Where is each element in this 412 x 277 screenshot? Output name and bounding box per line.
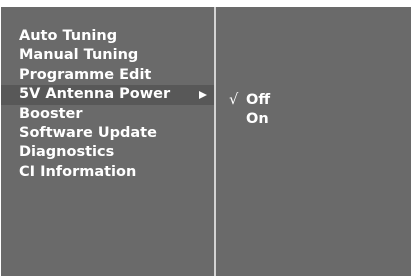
menu-item-auto-tuning[interactable]: Auto Tuning: [1, 27, 214, 46]
menu-item-label: Auto Tuning: [19, 28, 118, 44]
menu-item-label: Programme Edit: [19, 66, 152, 83]
right-arrow-icon: [199, 91, 207, 100]
menu-item-diagnostics[interactable]: Diagnostics: [1, 143, 214, 162]
check-mark-icon: √: [229, 92, 239, 108]
menu-item-ci-information[interactable]: CI Information: [1, 163, 214, 182]
option-label: Off: [246, 92, 271, 108]
menu-item-5v-antenna-power[interactable]: 5V Antenna Power: [1, 85, 214, 105]
menu-item-label: 5V Antenna Power: [19, 86, 171, 103]
menu-item-label: Software Update: [19, 124, 157, 141]
menu-item-booster[interactable]: Booster: [1, 105, 214, 124]
submenu-panel: √ Off On: [216, 7, 411, 276]
menu-item-software-update[interactable]: Software Update: [1, 124, 214, 143]
option-label: On: [246, 111, 269, 128]
menu-item-label: Diagnostics: [19, 144, 115, 161]
menu-item-manual-tuning[interactable]: Manual Tuning: [1, 46, 214, 65]
menu-item-label: Manual Tuning: [19, 47, 139, 64]
main-menu-list: Auto Tuning Manual Tuning Programme Edit…: [1, 27, 214, 182]
menu-item-programme-edit[interactable]: Programme Edit: [1, 66, 214, 85]
option-off[interactable]: √ Off: [216, 91, 411, 110]
option-on[interactable]: On: [216, 110, 411, 129]
setup-menu-screen: Auto Tuning Manual Tuning Programme Edit…: [1, 7, 411, 276]
menu-item-label: CI Information: [19, 163, 137, 180]
submenu-options-list: √ Off On: [216, 91, 411, 130]
main-menu-panel: Auto Tuning Manual Tuning Programme Edit…: [1, 7, 214, 276]
menu-item-label: Booster: [19, 105, 83, 122]
